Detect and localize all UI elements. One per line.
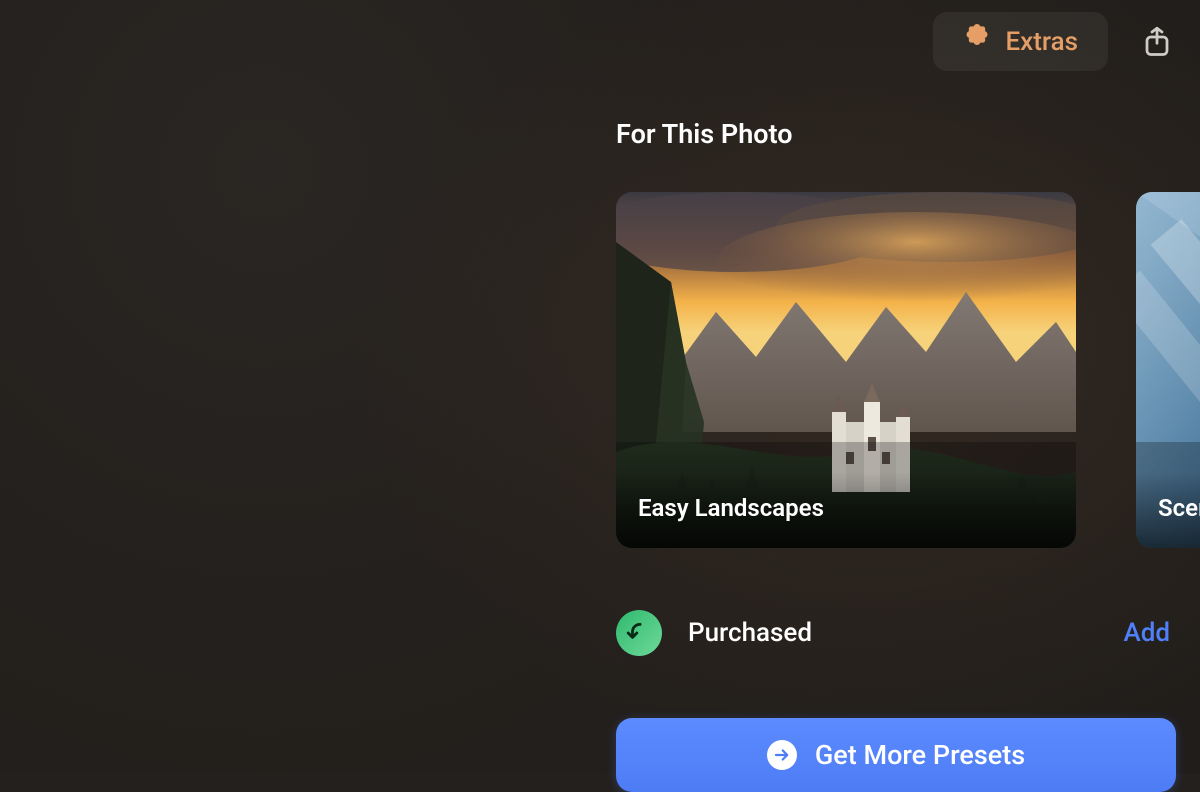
add-button[interactable]: Add <box>1123 618 1176 648</box>
share-icon <box>1142 25 1172 59</box>
get-more-presets-button[interactable]: Get More Presets <box>616 718 1176 792</box>
extras-label: Extras <box>1005 27 1078 57</box>
get-more-presets-label: Get More Presets <box>815 739 1025 771</box>
preset-card-easy-landscapes[interactable]: Easy Landscapes <box>616 192 1076 548</box>
purchased-icon <box>616 610 662 656</box>
share-button[interactable] <box>1138 23 1176 61</box>
arrow-right-circle-icon <box>767 740 797 770</box>
purchased-label: Purchased <box>688 618 812 648</box>
purchased-row: Purchased Add <box>616 610 1176 656</box>
preset-card-label: Easy Landscapes <box>616 472 1076 548</box>
puzzle-icon <box>963 24 991 59</box>
preset-card-scene[interactable]: Scene <box>1136 192 1200 548</box>
extras-button[interactable]: Extras <box>933 12 1108 71</box>
preset-card-row: Easy Landscapes <box>616 192 1200 548</box>
section-heading: For This Photo <box>616 118 793 150</box>
preset-card-label: Scene <box>1136 472 1200 548</box>
